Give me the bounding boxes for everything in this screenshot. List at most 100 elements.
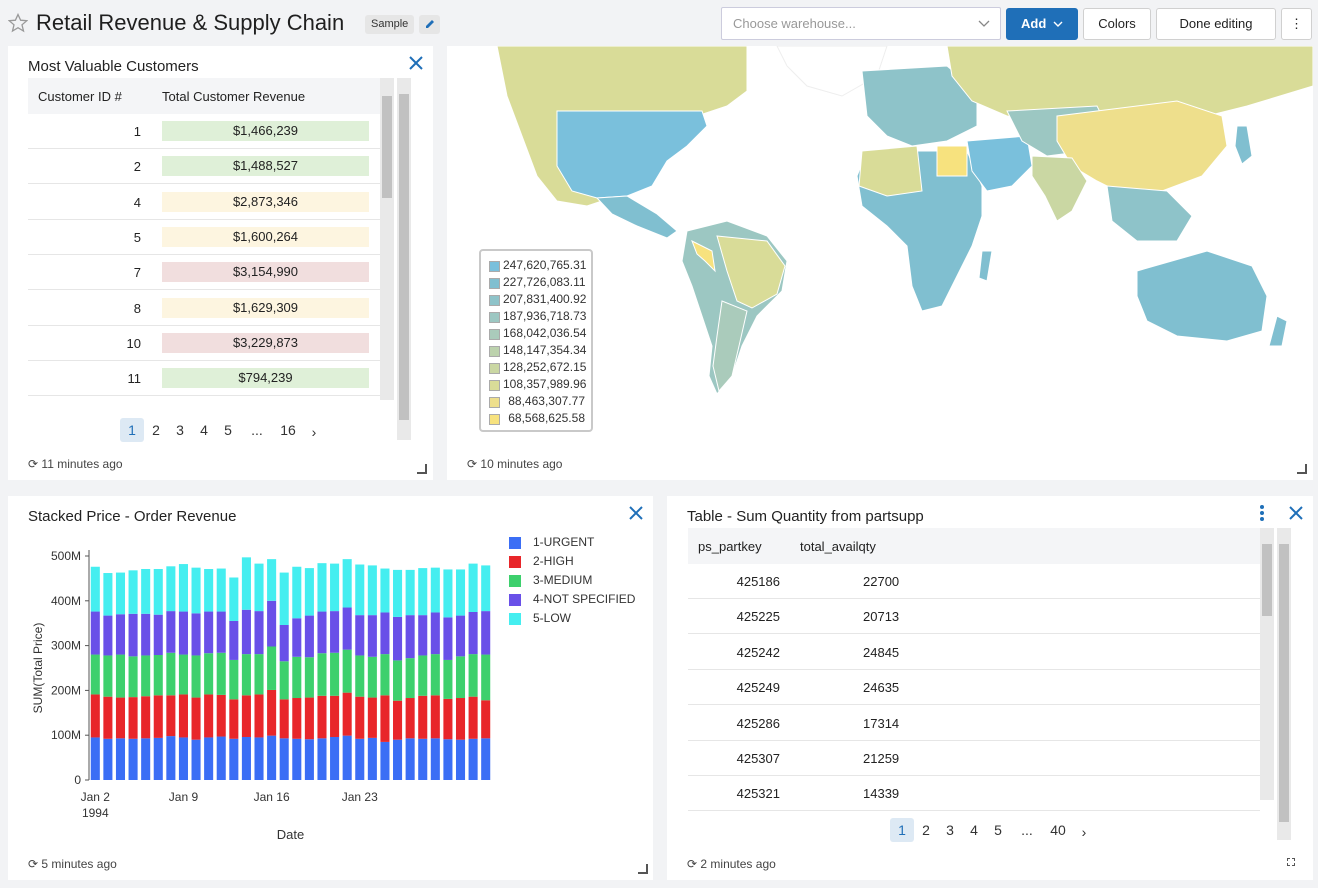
- table-row[interactable]: 11 $794,239: [28, 361, 380, 397]
- bar-segment[interactable]: [430, 654, 440, 696]
- bar-segment[interactable]: [166, 736, 176, 780]
- bar-segment[interactable]: [191, 697, 201, 740]
- next-page-button[interactable]: ›: [302, 420, 326, 444]
- bar-segment[interactable]: [367, 615, 377, 657]
- page-button[interactable]: 2: [144, 418, 168, 442]
- scrollbar-thumb[interactable]: [382, 96, 392, 198]
- bar-segment[interactable]: [418, 738, 428, 780]
- bar-segment[interactable]: [468, 612, 478, 655]
- bar-segment[interactable]: [304, 657, 314, 698]
- bar-segment[interactable]: [241, 557, 251, 610]
- bar-segment[interactable]: [468, 696, 478, 739]
- bar-segment[interactable]: [115, 697, 126, 739]
- bar-segment[interactable]: [342, 649, 352, 693]
- bar-segment[interactable]: [153, 695, 163, 738]
- bar-segment[interactable]: [128, 697, 138, 739]
- bar-segment[interactable]: [355, 738, 365, 780]
- done-editing-button[interactable]: Done editing: [1156, 8, 1276, 40]
- refresh-icon[interactable]: ⟳: [28, 457, 38, 471]
- bar-segment[interactable]: [115, 614, 126, 655]
- bar-segment[interactable]: [115, 572, 126, 615]
- bar-segment[interactable]: [166, 695, 176, 737]
- bar-segment[interactable]: [292, 698, 302, 739]
- bar-segment[interactable]: [342, 607, 352, 650]
- bar-segment[interactable]: [468, 563, 478, 612]
- bar-segment[interactable]: [178, 654, 188, 695]
- scrollbar-thumb[interactable]: [399, 94, 409, 420]
- bar-segment[interactable]: [330, 736, 340, 780]
- bar-segment[interactable]: [204, 568, 214, 612]
- bar-segment[interactable]: [317, 563, 327, 612]
- bar-segment[interactable]: [393, 660, 403, 701]
- table-row[interactable]: 425307 21259: [688, 741, 1260, 776]
- bar-segment[interactable]: [292, 656, 302, 699]
- bar-segment[interactable]: [330, 611, 340, 653]
- bar-segment[interactable]: [128, 656, 138, 698]
- bar-segment[interactable]: [254, 654, 264, 695]
- bar-segment[interactable]: [430, 695, 440, 739]
- bar-segment[interactable]: [267, 646, 277, 690]
- close-icon[interactable]: [628, 505, 644, 521]
- bar-segment[interactable]: [153, 655, 163, 696]
- bar-segment[interactable]: [418, 655, 428, 696]
- bar-segment[interactable]: [115, 654, 126, 698]
- chart-legend-item[interactable]: 2-HIGH: [509, 554, 639, 573]
- bar-segment[interactable]: [279, 572, 289, 625]
- bar-segment[interactable]: [128, 570, 138, 614]
- bar-segment[interactable]: [292, 566, 302, 619]
- bar-segment[interactable]: [178, 564, 188, 612]
- bar-segment[interactable]: [393, 700, 403, 740]
- bar-segment[interactable]: [191, 739, 201, 780]
- bar-segment[interactable]: [468, 738, 478, 780]
- column-ps-partkey[interactable]: ps_partkey: [698, 539, 762, 554]
- bar-segment[interactable]: [443, 569, 453, 618]
- bar-segment[interactable]: [418, 695, 428, 739]
- bar-segment[interactable]: [367, 565, 377, 616]
- page-button[interactable]: 3: [938, 818, 962, 842]
- chart-legend-item[interactable]: 3-MEDIUM: [509, 573, 639, 592]
- bar-segment[interactable]: [481, 700, 491, 739]
- refresh-icon[interactable]: ⟳: [687, 857, 697, 871]
- bar-segment[interactable]: [267, 559, 277, 601]
- page-button[interactable]: 5: [216, 418, 240, 442]
- bar-segment[interactable]: [367, 697, 377, 738]
- bar-segment[interactable]: [393, 616, 403, 661]
- bar-segment[interactable]: [317, 695, 327, 739]
- page-button[interactable]: 40: [1046, 818, 1070, 842]
- bar-segment[interactable]: [141, 696, 151, 739]
- warehouse-select[interactable]: Choose warehouse...: [721, 7, 1001, 40]
- chart-legend-item[interactable]: 1-URGENT: [509, 535, 639, 554]
- bar-segment[interactable]: [267, 600, 277, 647]
- bar-segment[interactable]: [405, 569, 415, 616]
- bar-segment[interactable]: [267, 689, 277, 736]
- chart-legend-item[interactable]: 5-LOW: [509, 611, 639, 630]
- column-total-revenue[interactable]: Total Customer Revenue: [162, 89, 305, 104]
- favorite-star-icon[interactable]: [8, 13, 28, 33]
- bar-segment[interactable]: [241, 695, 251, 737]
- bar-segment[interactable]: [367, 656, 377, 698]
- bar-segment[interactable]: [166, 652, 176, 696]
- bar-segment[interactable]: [304, 615, 314, 658]
- table-row[interactable]: 7 $3,154,990: [28, 255, 380, 291]
- bar-segment[interactable]: [443, 659, 453, 699]
- bar-segment[interactable]: [153, 614, 163, 656]
- bar-segment[interactable]: [380, 741, 390, 780]
- bar-segment[interactable]: [443, 739, 453, 780]
- bar-segment[interactable]: [405, 658, 415, 699]
- bar-segment[interactable]: [355, 615, 365, 656]
- page-button[interactable]: 5: [986, 818, 1010, 842]
- bar-segment[interactable]: [405, 615, 415, 659]
- close-icon[interactable]: [1288, 505, 1304, 521]
- bar-segment[interactable]: [90, 654, 100, 695]
- bar-segment[interactable]: [455, 698, 466, 740]
- bar-segment[interactable]: [418, 615, 428, 656]
- bar-segment[interactable]: [216, 652, 226, 695]
- kebab-menu-icon[interactable]: [1258, 504, 1266, 522]
- bar-segment[interactable]: [115, 738, 126, 780]
- bar-segment[interactable]: [166, 611, 176, 653]
- bar-segment[interactable]: [178, 694, 188, 738]
- bar-segment[interactable]: [443, 698, 453, 740]
- bar-segment[interactable]: [430, 738, 440, 780]
- table-scrollbar[interactable]: [380, 78, 394, 400]
- bar-segment[interactable]: [342, 735, 352, 780]
